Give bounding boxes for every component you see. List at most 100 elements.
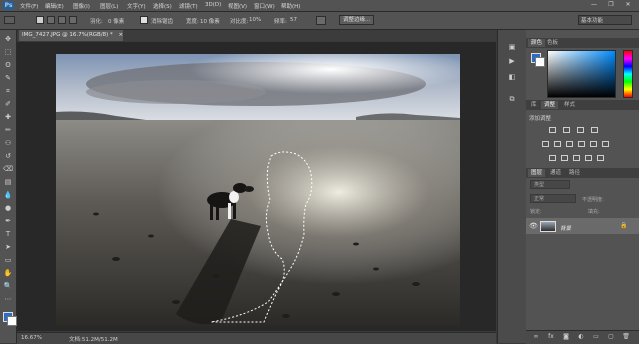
paragraph-icon[interactable]: ⧉	[507, 94, 517, 104]
menu-layer[interactable]: 图层(L)	[100, 2, 118, 10]
gradient-map-icon[interactable]	[585, 155, 592, 161]
tab-swatches[interactable]: 色板	[544, 39, 561, 47]
tab-channels[interactable]: 通道	[547, 169, 564, 177]
layer-style-icon[interactable]: fx	[547, 333, 555, 341]
history-brush-icon[interactable]: ↺	[3, 151, 13, 161]
menu-view[interactable]: 视图(V)	[228, 2, 247, 10]
path-select-icon[interactable]: ➤	[3, 242, 13, 252]
menu-file[interactable]: 文件(F)	[20, 2, 38, 10]
invert-icon[interactable]	[549, 155, 556, 161]
hue-slider[interactable]	[623, 50, 633, 98]
menu-type[interactable]: 文字(Y)	[127, 2, 146, 10]
crop-icon[interactable]: ⌗	[3, 86, 13, 96]
close-window-button[interactable]: ✕	[622, 1, 634, 9]
contrast-label: 对比度:	[230, 19, 249, 25]
tab-adjustments[interactable]: 调整	[541, 101, 559, 109]
delete-layer-icon[interactable]: 🗑	[622, 333, 630, 341]
contrast-value[interactable]: 10%	[249, 17, 261, 23]
link-layers-icon[interactable]: ∞	[532, 333, 540, 341]
width-value[interactable]: 10 像素	[200, 17, 220, 25]
menu-3d[interactable]: 3D(D)	[205, 2, 221, 8]
channel-mixer-icon[interactable]	[602, 141, 609, 147]
pen-pressure-icon[interactable]	[316, 16, 326, 25]
new-layer-icon[interactable]: ▢	[607, 333, 615, 341]
tab-paths[interactable]: 路径	[566, 169, 583, 177]
subtract-selection-icon[interactable]	[58, 16, 66, 24]
history-icon[interactable]: ▣	[507, 42, 517, 52]
properties-icon[interactable]: ◧	[507, 72, 517, 82]
add-selection-icon[interactable]	[47, 16, 55, 24]
restore-button[interactable]: ❐	[605, 1, 617, 9]
document-title: IMG_7427.JPG @ 16.7%(RGB/8) *	[22, 32, 113, 38]
color-panel-background[interactable]	[535, 57, 545, 67]
blur-icon[interactable]: 💧	[3, 190, 13, 200]
bw-icon[interactable]	[578, 141, 585, 147]
marquee-icon[interactable]: ⬚	[3, 47, 13, 57]
tab-libraries[interactable]: 库	[528, 101, 540, 109]
tab-color[interactable]: 颜色	[528, 39, 546, 47]
menu-edit[interactable]: 编辑(E)	[45, 2, 64, 10]
vibrance-icon[interactable]	[542, 141, 549, 147]
layer-name[interactable]: 背景	[560, 224, 571, 232]
add-mask-icon[interactable]: ◙	[562, 333, 570, 341]
layer-kind-filter[interactable]: 类型	[530, 180, 570, 189]
threshold-icon[interactable]	[573, 155, 580, 161]
frequency-value[interactable]: 57	[290, 17, 297, 23]
frequency-label: 频率:	[274, 19, 287, 25]
document-tab[interactable]: IMG_7427.JPG @ 16.7%(RGB/8) * ×	[19, 30, 123, 41]
background-color-swatch[interactable]	[7, 316, 17, 326]
type-icon[interactable]: T	[3, 229, 13, 239]
healing-brush-icon[interactable]: ✚	[3, 112, 13, 122]
move-icon[interactable]: ✥	[3, 34, 13, 44]
tab-styles[interactable]: 样式	[561, 101, 578, 109]
shape-icon[interactable]: ▭	[3, 255, 13, 265]
new-adjustment-icon[interactable]: ◐	[577, 333, 585, 341]
fill-label: 填充:	[588, 209, 600, 215]
menu-image[interactable]: 图像(I)	[73, 2, 90, 10]
curves-icon[interactable]	[577, 127, 584, 133]
tab-layers[interactable]: 图层	[528, 169, 546, 177]
antialias-checkbox[interactable]	[140, 16, 148, 24]
document-photo[interactable]	[56, 54, 460, 326]
menu-help[interactable]: 帮助(H)	[281, 2, 300, 10]
photo-filter-icon[interactable]	[590, 141, 597, 147]
feather-value[interactable]: 0 像素	[108, 17, 124, 25]
exposure-icon[interactable]	[591, 127, 598, 133]
brightness-icon[interactable]	[549, 127, 556, 133]
menu-filter[interactable]: 滤镜(T)	[179, 2, 198, 10]
zoom-icon[interactable]: 🔍	[3, 281, 13, 291]
actions-icon[interactable]: ▶	[507, 56, 517, 66]
extra-icon[interactable]: ⋯	[3, 294, 13, 304]
sun-glow	[56, 54, 460, 124]
brush-icon[interactable]: ✏	[3, 125, 13, 135]
visibility-eye-icon[interactable]: 👁	[529, 222, 538, 230]
posterize-icon[interactable]	[561, 155, 568, 161]
clone-stamp-icon[interactable]: ⚇	[3, 138, 13, 148]
dodge-icon[interactable]: ●	[3, 203, 13, 213]
sun-reflection	[56, 120, 460, 326]
levels-icon[interactable]	[563, 127, 570, 133]
lasso-icon[interactable]: ʘ	[3, 60, 13, 70]
color-balance-icon[interactable]	[566, 141, 573, 147]
tool-preset-icon[interactable]	[4, 16, 15, 24]
gradient-icon[interactable]: ▤	[3, 177, 13, 187]
selective-color-icon[interactable]	[597, 155, 604, 161]
tab-close-icon[interactable]: ×	[119, 32, 124, 38]
intersect-selection-icon[interactable]	[69, 16, 77, 24]
new-group-icon[interactable]: ▭	[592, 333, 600, 341]
eyedropper-icon[interactable]: ✐	[3, 99, 13, 109]
hue-sat-icon[interactable]	[554, 141, 561, 147]
eraser-icon[interactable]: ⌫	[3, 164, 13, 174]
zoom-level[interactable]: 16.67%	[21, 335, 42, 341]
quick-select-icon[interactable]: ✎	[3, 73, 13, 83]
color-picker-field[interactable]	[547, 50, 616, 98]
pen-icon[interactable]: ✒	[3, 216, 13, 226]
new-selection-icon[interactable]	[36, 16, 44, 24]
workspace-select[interactable]: 基本功能	[578, 15, 632, 25]
minimize-button[interactable]: —	[588, 1, 600, 9]
blend-mode-select[interactable]: 正常	[530, 194, 576, 203]
hand-icon[interactable]: ✋	[3, 268, 13, 278]
menu-select[interactable]: 选择(S)	[153, 2, 172, 10]
menu-window[interactable]: 窗口(W)	[254, 2, 275, 10]
refine-edge-button[interactable]: 调整边缘...	[339, 15, 375, 25]
